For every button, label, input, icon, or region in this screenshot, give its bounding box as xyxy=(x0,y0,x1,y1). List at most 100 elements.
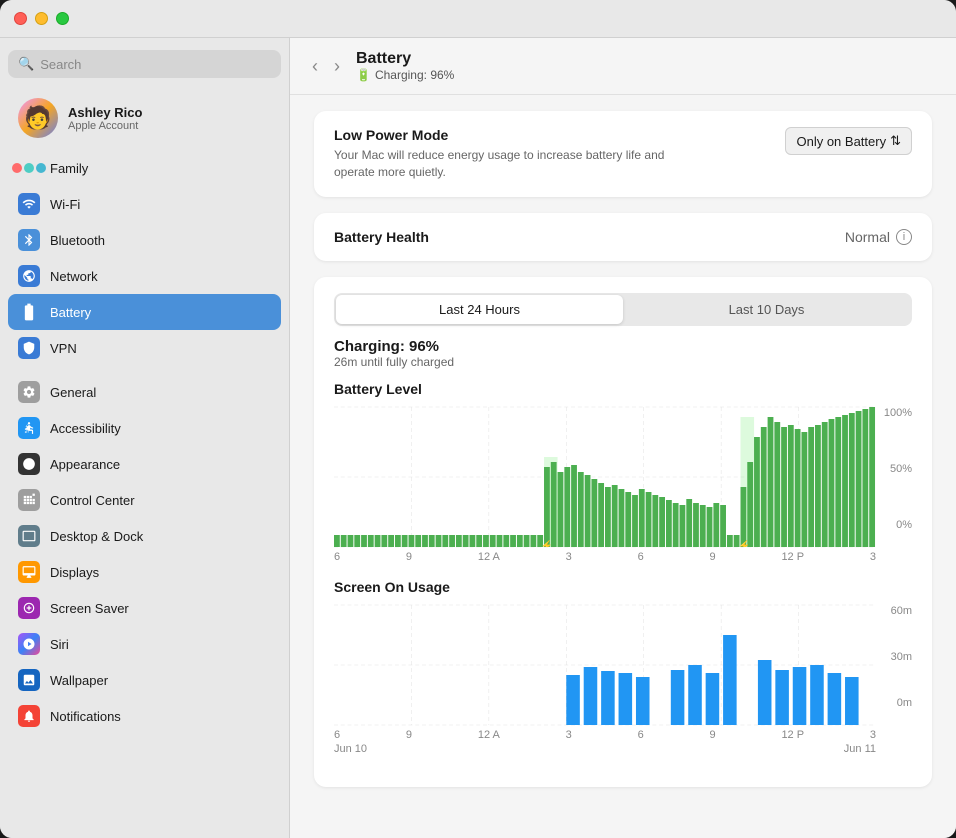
battery-bars-svg: ⚡ ⚡ xyxy=(334,407,876,547)
screen-x-label-6b: 6 xyxy=(638,729,644,741)
user-name: Ashley Rico xyxy=(68,105,142,120)
screen-x-label-3a: 3 xyxy=(566,729,572,741)
low-power-option-text: Only on Battery xyxy=(796,134,886,149)
sidebar-item-label-family: Family xyxy=(50,161,88,176)
sidebar-item-label-wifi: Wi-Fi xyxy=(50,197,80,212)
tab-10days[interactable]: Last 10 Days xyxy=(623,295,910,324)
bluetooth-icon xyxy=(18,229,40,251)
sidebar-item-wallpaper[interactable]: Wallpaper xyxy=(8,662,281,698)
user-info: Ashley Rico Apple Account xyxy=(68,105,142,132)
sidebar-item-screensaver[interactable]: Screen Saver xyxy=(8,590,281,626)
charging-status-text: Charging: 96% xyxy=(375,68,454,82)
charging-title: Charging: 96% xyxy=(334,338,912,355)
sidebar-item-accessibility[interactable]: Accessibility xyxy=(8,410,281,446)
titlebar xyxy=(0,0,956,38)
battery-health-card: Battery Health Normal i xyxy=(314,213,932,261)
sidebar-item-general[interactable]: General xyxy=(8,374,281,410)
wifi-icon xyxy=(18,193,40,215)
sidebar-item-label-appearance: Appearance xyxy=(50,457,120,472)
battery-x-label-9a: 9 xyxy=(406,551,412,563)
sidebar: 🔍 Search 🧑 Ashley Rico Apple Account xyxy=(0,38,290,838)
battery-charging-icon: 🔋 xyxy=(356,68,371,82)
low-power-desc: Your Mac will reduce energy usage to inc… xyxy=(334,147,694,181)
accessibility-icon xyxy=(18,417,40,439)
sidebar-item-appearance[interactable]: Appearance xyxy=(8,446,281,482)
low-power-row: Low Power Mode Your Mac will reduce ener… xyxy=(334,127,912,181)
battery-y-label-50: 50% xyxy=(890,463,912,475)
low-power-title: Low Power Mode xyxy=(334,127,785,143)
screen-x-label-9b: 9 xyxy=(710,729,716,741)
sidebar-item-notifications[interactable]: Notifications xyxy=(8,698,281,734)
sidebar-item-battery[interactable]: Battery xyxy=(8,294,281,330)
sidebar-item-controlcenter[interactable]: Control Center xyxy=(8,482,281,518)
charging-info: Charging: 96% 26m until fully charged xyxy=(334,338,912,369)
battery-health-status: Normal i xyxy=(845,229,912,245)
screen-usage-chart-container: 60m 30m 0m 6 9 12 A 3 xyxy=(334,605,912,755)
battery-x-label-6b: 6 xyxy=(638,551,644,563)
vpn-icon xyxy=(18,337,40,359)
battery-level-chart-container: ⚡ ⚡ 100% 50% 0% xyxy=(334,407,912,563)
screen-x-label-12a: 12 A xyxy=(478,729,500,741)
battery-chart-card: Last 24 Hours Last 10 Days Charging: 96%… xyxy=(314,277,932,787)
screen-x-label-3p: 3 xyxy=(870,729,876,741)
sidebar-item-label-controlcenter: Control Center xyxy=(50,493,135,508)
main-window: 🔍 Search 🧑 Ashley Rico Apple Account xyxy=(0,0,956,838)
user-profile[interactable]: 🧑 Ashley Rico Apple Account xyxy=(8,90,281,146)
minimize-button[interactable] xyxy=(35,12,48,25)
screen-x-label-6a: 6 xyxy=(334,729,340,741)
sidebar-item-displays[interactable]: Displays xyxy=(8,554,281,590)
low-power-info: Low Power Mode Your Mac will reduce ener… xyxy=(334,127,785,181)
desktopdock-icon xyxy=(18,525,40,547)
general-icon xyxy=(18,381,40,403)
battery-x-label-6a: 6 xyxy=(334,551,340,563)
battery-health-row: Battery Health Normal i xyxy=(334,229,912,245)
screen-y-label-0m: 0m xyxy=(897,697,912,709)
sidebar-item-label-network: Network xyxy=(50,269,98,284)
screen-bars-svg xyxy=(334,605,876,725)
sidebar-item-bluetooth[interactable]: Bluetooth xyxy=(8,222,281,258)
low-power-dropdown[interactable]: Only on Battery ⇅ xyxy=(785,127,912,155)
info-icon[interactable]: i xyxy=(896,229,912,245)
svg-text:⚡: ⚡ xyxy=(541,539,553,546)
screen-x-label-9a: 9 xyxy=(406,729,412,741)
maximize-button[interactable] xyxy=(56,12,69,25)
svg-text:⚡: ⚡ xyxy=(738,539,750,546)
screen-usage-chart-section: Screen On Usage xyxy=(334,579,912,755)
forward-button[interactable]: › xyxy=(328,54,346,79)
page-title-area: Battery 🔋 Charging: 96% xyxy=(356,50,454,82)
screen-usage-chart-title: Screen On Usage xyxy=(334,579,912,595)
sidebar-item-family[interactable]: Family xyxy=(8,150,281,186)
close-button[interactable] xyxy=(14,12,27,25)
battery-icon xyxy=(18,301,40,323)
wallpaper-icon xyxy=(18,669,40,691)
screen-x-label-12p: 12 P xyxy=(781,729,804,741)
sidebar-item-network[interactable]: Network xyxy=(8,258,281,294)
screensaver-icon xyxy=(18,597,40,619)
sidebar-item-vpn[interactable]: VPN xyxy=(8,330,281,366)
back-button[interactable]: ‹ xyxy=(306,54,324,79)
search-icon: 🔍 xyxy=(18,56,34,72)
user-subtitle: Apple Account xyxy=(68,120,142,132)
sidebar-item-siri[interactable]: Siri xyxy=(8,626,281,662)
battery-health-value: Normal xyxy=(845,229,890,245)
displays-icon xyxy=(18,561,40,583)
main-content: ‹ › Battery 🔋 Charging: 96% xyxy=(290,38,956,838)
battery-y-label-0: 0% xyxy=(896,519,912,531)
dropdown-arrow-icon: ⇅ xyxy=(890,133,901,149)
content-area: 🔍 Search 🧑 Ashley Rico Apple Account xyxy=(0,38,956,838)
screen-y-label-30m: 30m xyxy=(891,651,912,663)
appearance-icon xyxy=(18,453,40,475)
tab-24hours[interactable]: Last 24 Hours xyxy=(336,295,623,324)
sidebar-item-wifi[interactable]: Wi-Fi xyxy=(8,186,281,222)
page-header: ‹ › Battery 🔋 Charging: 96% xyxy=(290,38,956,95)
battery-x-label-3a: 3 xyxy=(566,551,572,563)
sidebar-item-desktopdock[interactable]: Desktop & Dock xyxy=(8,518,281,554)
sidebar-item-label-vpn: VPN xyxy=(50,341,77,356)
battery-health-title: Battery Health xyxy=(334,229,429,245)
battery-level-chart-title: Battery Level xyxy=(334,381,912,397)
siri-icon xyxy=(18,633,40,655)
search-bar[interactable]: 🔍 Search xyxy=(8,50,281,78)
sidebar-item-label-accessibility: Accessibility xyxy=(50,421,121,436)
battery-x-label-12p: 12 P xyxy=(781,551,804,563)
sidebar-item-label-battery: Battery xyxy=(50,305,91,320)
